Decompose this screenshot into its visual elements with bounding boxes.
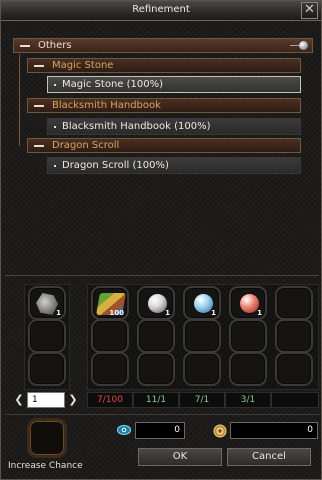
tree-group-label: Dragon Scroll [52,140,120,151]
tree-group-magic-stone[interactable]: Magic Stone [27,58,301,73]
eye-icon [117,425,131,435]
collapse-icon [34,105,44,107]
collapse-icon [20,45,30,47]
section-divider [5,275,319,276]
window-title: Refinement [132,4,190,15]
tree-item-blacksmith-handbook[interactable]: Blacksmith Handbook (100%) [47,118,301,135]
material-slot-empty[interactable] [183,319,221,353]
material-qty: 1 [165,309,170,317]
material-slot-empty[interactable] [275,286,313,320]
coin-value-field[interactable]: 0 [230,422,318,439]
eye-value-field[interactable]: 0 [135,422,185,439]
material-slot-empty[interactable] [183,352,221,386]
collapse-icon [34,145,44,147]
title-bar[interactable]: Refinement ✕ [1,1,321,21]
tree-item-dragon-scroll[interactable]: Dragon Scroll (100%) [47,157,301,174]
close-button[interactable]: ✕ [301,2,318,19]
collapse-icon [34,65,44,67]
material-slot-empty[interactable] [229,352,267,386]
material-slot[interactable]: 1 [183,286,221,320]
material-qty: 1 [211,309,216,317]
refinement-window: Refinement ✕ Others Magic Stone Magic St… [0,0,322,480]
tree-group-blacksmith-handbook[interactable]: Blacksmith Handbook [27,98,301,113]
cancel-button[interactable]: Cancel [227,448,311,466]
material-count: 11/1 [133,392,179,408]
material-slot-empty[interactable] [229,319,267,353]
material-count: 7/100 [87,392,133,408]
result-qty: 1 [56,309,61,317]
tree-group-label: Magic Stone [52,60,114,71]
magic-stone-icon [36,293,58,315]
quantity-input[interactable]: 1 [27,392,65,408]
material-slot-empty[interactable] [91,352,129,386]
increase-chance-slot[interactable] [27,418,67,458]
tree-root-others[interactable]: Others [13,38,313,53]
material-slot-empty[interactable] [137,319,175,353]
material-count: 3/1 [225,392,271,408]
material-qty: 100 [109,309,124,317]
tree-item-magic-stone[interactable]: Magic Stone (100%) [47,76,301,93]
coin-icon [213,424,227,438]
material-slot-empty[interactable] [91,319,129,353]
material-count: 7/1 [179,392,225,408]
tree-item-label: Magic Stone (100%) [62,79,164,90]
ok-button[interactable]: OK [138,448,222,466]
increase-chance-label: Increase Chance [8,461,83,471]
material-slot-empty[interactable] [275,319,313,353]
material-slot-empty[interactable] [275,352,313,386]
material-slot[interactable]: 100 [91,286,129,320]
result-slot[interactable]: 1 [28,286,66,320]
bullet-icon [54,126,56,128]
material-count [271,392,319,408]
pin-orb-icon[interactable] [299,41,308,50]
result-slot-empty[interactable] [28,319,66,353]
material-slot[interactable]: 1 [137,286,175,320]
tree-item-label: Dragon Scroll (100%) [62,160,169,171]
result-slot-empty[interactable] [28,352,66,386]
material-qty: 1 [257,309,262,317]
material-slot-empty[interactable] [137,352,175,386]
quantity-prev-button[interactable]: ❮ [14,393,24,407]
tree-item-label: Blacksmith Handbook (100%) [62,121,211,132]
tree-guide-line [19,54,20,146]
tree-group-dragon-scroll[interactable]: Dragon Scroll [27,138,301,153]
bottom-divider [5,414,319,415]
quantity-next-button[interactable]: ❯ [68,393,78,407]
tree-root-label: Others [38,40,72,51]
bullet-icon [54,84,56,86]
tree-group-label: Blacksmith Handbook [52,100,161,111]
material-slot[interactable]: 1 [229,286,267,320]
bullet-icon [54,165,56,167]
